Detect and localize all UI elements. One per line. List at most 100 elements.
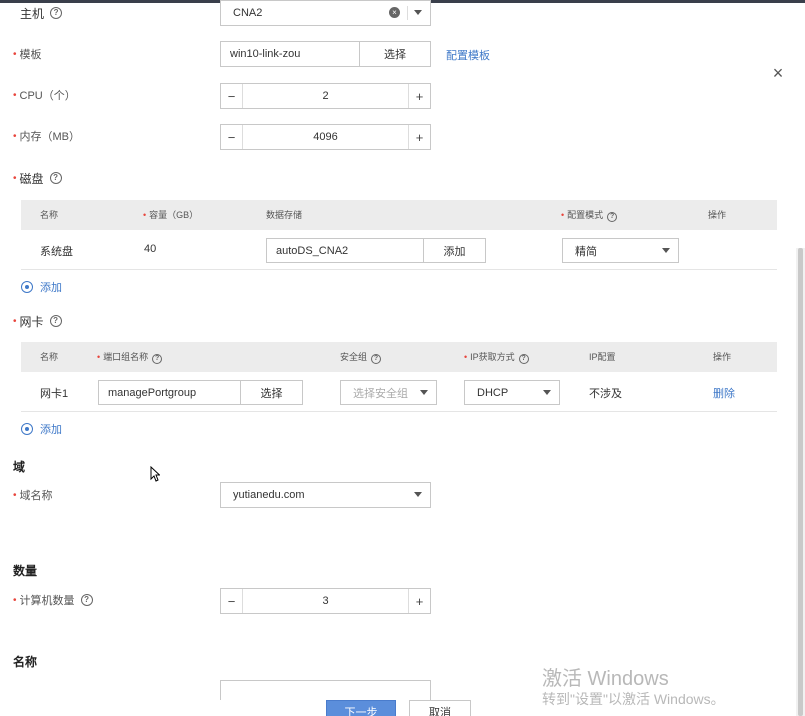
- required-mark: •: [13, 172, 17, 184]
- name-input[interactable]: [220, 680, 431, 700]
- domain-name-select[interactable]: yutianedu.com: [220, 482, 431, 508]
- disk-add-button[interactable]: 添加: [21, 279, 62, 295]
- row-divider: [21, 269, 777, 270]
- host-select[interactable]: CNA2 ×: [220, 0, 431, 26]
- cpu-label: • CPU（个）: [13, 85, 76, 105]
- activation-watermark-title: 激活 Windows: [542, 668, 669, 690]
- nic-add-label: 添加: [40, 424, 62, 436]
- clear-circle-icon[interactable]: ×: [389, 7, 400, 18]
- domain-name-label: • 域名称: [13, 485, 53, 505]
- cpu-label-text: CPU（个）: [19, 90, 76, 102]
- nic-security-select[interactable]: 选择安全组: [340, 380, 437, 405]
- domain-name-label-text: 域名称: [19, 490, 53, 502]
- memory-label: • 内存（MB）: [13, 126, 80, 146]
- nic-header-ops: 操作: [713, 352, 732, 362]
- count-value[interactable]: 3: [243, 589, 408, 613]
- disk-add-label: 添加: [40, 282, 62, 294]
- help-circle-icon[interactable]: ?: [50, 7, 63, 19]
- activation-watermark-subtitle: 转到"设置"以激活 Windows。: [542, 691, 725, 707]
- count-plus-button[interactable]: +: [408, 589, 430, 613]
- nic-delete-link[interactable]: 删除: [713, 385, 735, 401]
- nic-label-text: 网卡: [19, 314, 44, 329]
- nic-header-name: 名称: [40, 352, 59, 362]
- memory-stepper[interactable]: − 4096 +: [220, 124, 431, 150]
- name-section-title: 名称: [13, 655, 38, 669]
- help-circle-icon[interactable]: ?: [49, 172, 62, 184]
- count-minus-button[interactable]: −: [221, 589, 243, 613]
- nic-portgroup-select-button[interactable]: 选择: [240, 380, 303, 405]
- template-input[interactable]: win10-link-zou: [220, 41, 360, 67]
- disk-row-capacity[interactable]: 40: [144, 243, 156, 255]
- required-mark: •: [13, 594, 17, 606]
- quantity-section-title: 数量: [13, 564, 38, 578]
- nic-ip-config-value: 不涉及: [589, 388, 622, 400]
- divider: [407, 6, 408, 20]
- nic-header-ip-config: IP配置: [589, 352, 616, 362]
- template-label: • 模板: [13, 44, 42, 64]
- computer-count-label: • 计算机数量 ?: [13, 590, 93, 610]
- computer-count-label-text: 计算机数量: [19, 595, 75, 607]
- chevron-down-icon: [662, 248, 670, 253]
- chevron-down-icon: [543, 390, 551, 395]
- nic-add-button[interactable]: 添加: [21, 421, 62, 437]
- cancel-button[interactable]: 取消: [409, 700, 471, 716]
- memory-value[interactable]: 4096: [243, 125, 408, 149]
- nic-header-portgroup: • 端口组名称?: [97, 342, 163, 372]
- host-label: 主机 ?: [20, 3, 63, 23]
- close-icon[interactable]: ×: [769, 64, 787, 82]
- disk-label-text: 磁盘: [19, 171, 44, 186]
- disk-table-header: 名称 • 容量（GB） 数据存储 • 配置模式? 操作: [21, 200, 777, 230]
- scrollbar-thumb[interactable]: [798, 248, 803, 716]
- add-circle-icon: [21, 423, 33, 435]
- cpu-plus-button[interactable]: +: [408, 84, 430, 108]
- disk-header-storage: 数据存储: [266, 210, 303, 220]
- cpu-value[interactable]: 2: [243, 84, 408, 108]
- domain-name-value: yutianedu.com: [233, 489, 305, 501]
- disk-header-mode: • 配置模式?: [561, 200, 618, 230]
- required-mark: •: [13, 489, 17, 501]
- nic-ip-mode-value: DHCP: [477, 386, 509, 399]
- config-template-link[interactable]: 配置模板: [446, 47, 490, 63]
- nic-portgroup-value: managePortgroup: [108, 386, 197, 399]
- disk-header-ops: 操作: [708, 210, 727, 220]
- template-value: win10-link-zou: [230, 48, 301, 60]
- chevron-down-icon: [414, 10, 422, 15]
- nic-label: • 网卡 ?: [13, 311, 62, 331]
- disk-header-capacity: • 容量（GB）: [143, 210, 199, 220]
- disk-storage-add-button[interactable]: 添加: [423, 238, 486, 263]
- required-mark: •: [13, 48, 17, 60]
- disk-mode-value: 精简: [575, 245, 597, 258]
- nic-table-header: 名称 • 端口组名称? 安全组? • IP获取方式? IP配置 操作: [21, 342, 777, 372]
- computer-count-stepper[interactable]: − 3 +: [220, 588, 431, 614]
- nic-header-security: 安全组?: [340, 342, 382, 372]
- nic-portgroup-input[interactable]: managePortgroup: [98, 380, 241, 405]
- cpu-minus-button[interactable]: −: [221, 84, 243, 108]
- nic-ip-mode-select[interactable]: DHCP: [464, 380, 560, 405]
- disk-mode-select[interactable]: 精简: [562, 238, 679, 263]
- disk-label: • 磁盘 ?: [13, 168, 62, 188]
- help-circle-icon[interactable]: ?: [80, 594, 93, 606]
- nic-security-placeholder: 选择安全组: [353, 387, 408, 400]
- nic-header-ip-mode: • IP获取方式?: [464, 342, 529, 372]
- scrollbar[interactable]: [796, 248, 805, 716]
- disk-storage-value: autoDS_CNA2: [276, 244, 349, 257]
- chevron-down-icon: [420, 390, 428, 395]
- template-select-button[interactable]: 选择: [359, 41, 431, 67]
- add-circle-icon: [21, 281, 33, 293]
- memory-plus-button[interactable]: +: [408, 125, 430, 149]
- required-mark: •: [13, 89, 17, 101]
- cpu-stepper[interactable]: − 2 +: [220, 83, 431, 109]
- disk-row-name: 系统盘: [40, 246, 73, 258]
- row-divider: [21, 411, 777, 412]
- disk-storage-input[interactable]: autoDS_CNA2: [266, 238, 424, 263]
- memory-label-text: 内存（MB）: [19, 131, 81, 143]
- memory-minus-button[interactable]: −: [221, 125, 243, 149]
- host-value: CNA2: [233, 7, 263, 19]
- help-circle-icon[interactable]: ?: [49, 315, 62, 327]
- mouse-pointer-icon: [150, 466, 160, 482]
- disk-header-name: 名称: [40, 210, 59, 220]
- next-button[interactable]: 下一步: [326, 700, 396, 716]
- host-label-text: 主机: [20, 6, 45, 21]
- nic-row-name: 网卡1: [40, 388, 69, 400]
- domain-section-title: 域: [13, 460, 26, 474]
